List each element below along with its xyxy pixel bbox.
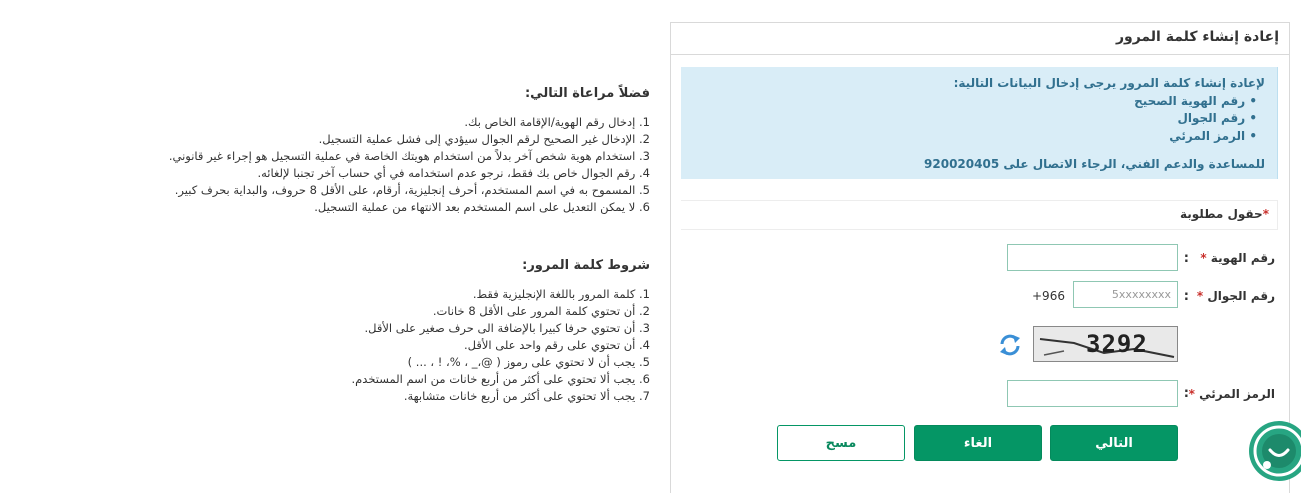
list-item: 1. كلمة المرور باللغة الإنجليزية فقط.	[472, 287, 650, 301]
chat-support-button[interactable]	[1249, 421, 1301, 481]
colon: :	[1183, 386, 1189, 401]
id-number-input[interactable]	[1007, 244, 1178, 271]
info-item-mobile: رقم الجوال	[681, 110, 1257, 128]
info-intro: لإعادة إنشاء كلمة المرور يرجى إدخال البي…	[953, 76, 1265, 90]
list-item: 6. يجب ألا تحتوي على أكثر من أربع خانات …	[351, 372, 650, 386]
captcha-label-text: الرمز المرئي	[1199, 387, 1275, 401]
info-list: رقم الهوية الصحيح رقم الجوال الرمز المرئ…	[681, 93, 1265, 146]
list-item: 4. رقم الجوال خاص بك فقط، نرجو عدم استخد…	[257, 166, 650, 180]
mobile-input[interactable]	[1073, 281, 1178, 308]
password-rules-title: شروط كلمة المرور:	[522, 258, 650, 273]
required-fields-note: *حقول مطلوبة	[681, 200, 1278, 230]
mobile-label-text: رقم الجوال	[1207, 289, 1275, 303]
captcha-text: 3292	[1086, 330, 1148, 358]
required-star: *	[1188, 387, 1195, 401]
list-item: 5. يجب أن لا تحتوي على رموز ( @،_ ، %، !…	[407, 355, 650, 369]
colon: :	[1183, 289, 1189, 304]
list-item: 1. إدخال رقم الهوية/الإقامة الخاص بك.	[464, 115, 650, 129]
list-item: 6. لا يمكن التعديل على اسم المستخدم بعد …	[314, 200, 650, 214]
notes-section: فضلاً مراعاة التالي: 1. إدخال رقم الهوية…	[90, 86, 650, 216]
captcha-image: 3292	[1033, 326, 1178, 362]
refresh-captcha-icon[interactable]	[998, 333, 1022, 357]
id-number-label-text: رقم الهوية	[1210, 251, 1275, 265]
support-text: للمساعدة والدعم الفني، الرجاء الاتصال عل…	[924, 157, 1265, 171]
password-rules-section: شروط كلمة المرور: 1. كلمة المرور باللغة …	[90, 258, 650, 405]
clear-button[interactable]: مسح	[777, 425, 905, 461]
list-item: 3. أن تحتوي حرفا كبيرا بالإضافة الى حرف …	[364, 321, 650, 335]
notes-title: فضلاً مراعاة التالي:	[524, 86, 650, 101]
country-code-prefix: +966	[1032, 289, 1065, 303]
captcha-label: الرمز المرئي *	[1189, 387, 1275, 401]
info-item-id: رقم الهوية الصحيح	[681, 93, 1257, 111]
list-item: 7. يجب ألا تحتوي على أكثر من أربع خانات …	[403, 389, 650, 403]
info-item-captcha: الرمز المرئي	[681, 128, 1257, 146]
list-item: 2. الإدخال غير الصحيح لرقم الجوال سيؤدي …	[318, 132, 650, 146]
required-star: *	[1262, 207, 1269, 221]
list-item: 3. استخدام هوية شخص آخر بدلاً من استخدام…	[168, 149, 650, 163]
password-rules-list: 1. كلمة المرور باللغة الإنجليزية فقط. 2.…	[90, 286, 650, 405]
info-alert: لإعادة إنشاء كلمة المرور يرجى إدخال البي…	[681, 67, 1278, 179]
mobile-label: رقم الجوال *	[1197, 289, 1275, 303]
panel-title: إعادة إنشاء كلمة المرور	[671, 23, 1289, 55]
required-note-text: حقول مطلوبة	[1179, 207, 1263, 221]
next-button[interactable]: التالي	[1050, 425, 1178, 461]
notes-list: 1. إدخال رقم الهوية/الإقامة الخاص بك. 2.…	[90, 114, 650, 216]
required-star: *	[1196, 289, 1204, 303]
captcha-input[interactable]	[1007, 380, 1178, 407]
list-item: 5. المسموح به في اسم المستخدم، أحرف إنجل…	[174, 183, 650, 197]
required-star: *	[1200, 251, 1207, 265]
list-item: 4. أن تحتوي على رقم واحد على الأقل.	[464, 338, 650, 352]
id-number-label: رقم الهوية *	[1200, 251, 1275, 265]
colon: :	[1183, 251, 1189, 266]
cancel-button[interactable]: الغاء	[914, 425, 1042, 461]
chat-icon	[1253, 425, 1301, 477]
reset-password-panel: إعادة إنشاء كلمة المرور لإعادة إنشاء كلم…	[670, 22, 1290, 493]
list-item: 2. أن تحتوي كلمة المرور على الأقل 8 خانا…	[432, 304, 650, 318]
